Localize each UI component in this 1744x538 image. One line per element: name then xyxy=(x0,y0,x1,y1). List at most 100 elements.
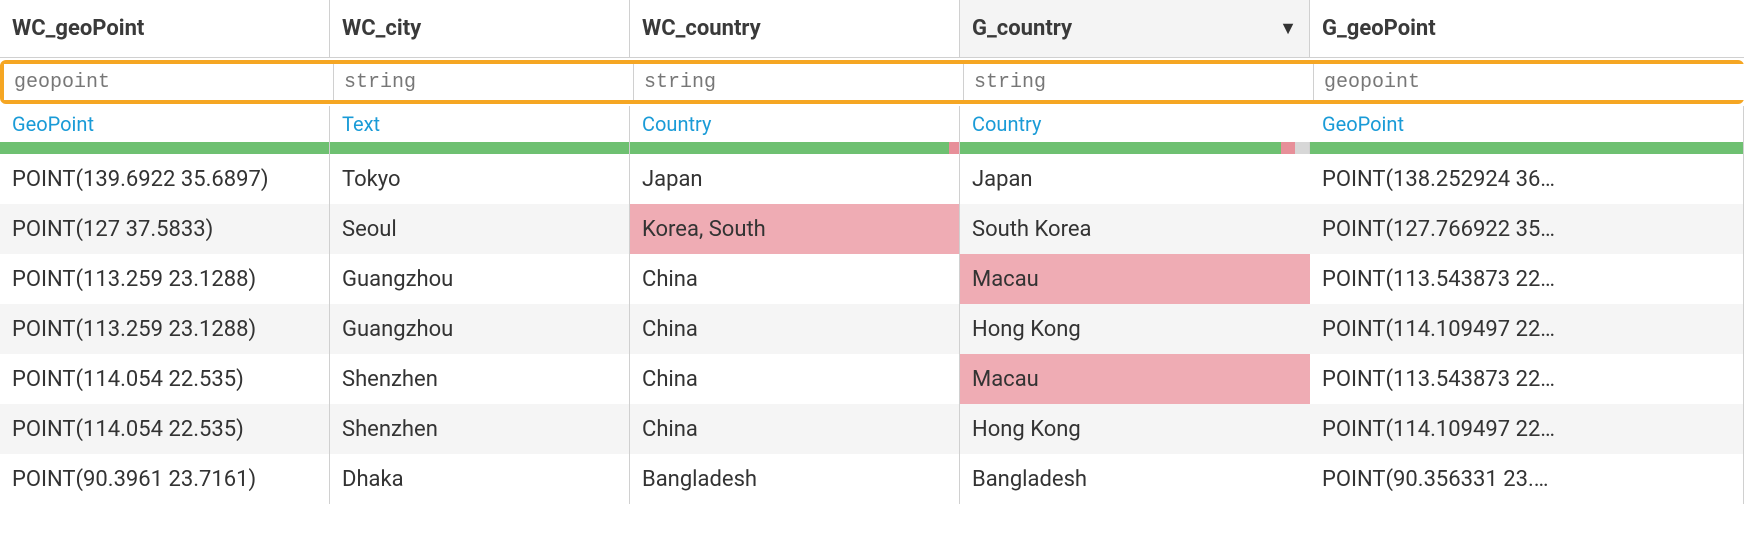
table-cell-value: POINT(90.3961 23.7161) xyxy=(12,467,317,492)
table-cell-value: Japan xyxy=(642,167,947,192)
column-header[interactable]: G_geoPoint xyxy=(1310,0,1744,58)
table-cell[interactable]: China xyxy=(630,354,960,404)
storage-type-cell[interactable]: geopoint xyxy=(1314,64,1744,100)
table-cell-value: China xyxy=(642,267,947,292)
storage-type-cell[interactable]: string xyxy=(334,64,634,100)
table-cell-value: POINT(114.054 22.535) xyxy=(12,367,317,392)
table-cell[interactable]: Tokyo xyxy=(330,154,630,204)
table-cell[interactable]: POINT(127.766922 35… xyxy=(1310,204,1744,254)
table-cell[interactable]: Macau xyxy=(960,354,1310,404)
semantic-type-cell[interactable]: Country xyxy=(960,106,1310,142)
validity-bar-valid xyxy=(0,142,329,154)
table-cell-value: POINT(114.054 22.535) xyxy=(12,417,317,442)
table-cell[interactable]: China xyxy=(630,404,960,454)
table-cell[interactable]: POINT(90.3961 23.7161) xyxy=(0,454,330,504)
storage-type-cell[interactable]: string xyxy=(634,64,964,100)
table-cell[interactable]: POINT(127 37.5833) xyxy=(0,204,330,254)
column-header-label: WC_geoPoint xyxy=(12,16,317,41)
table-cell-value: China xyxy=(642,417,947,442)
column-header[interactable]: WC_geoPoint xyxy=(0,0,330,58)
table-cell-value: Korea, South xyxy=(642,217,947,242)
table-cell-value: Bangladesh xyxy=(972,467,1298,492)
table-cell[interactable]: Seoul xyxy=(330,204,630,254)
table-cell[interactable]: Japan xyxy=(630,154,960,204)
validity-bar-empty xyxy=(1295,142,1309,154)
validity-bar[interactable] xyxy=(330,142,630,154)
table-cell[interactable]: South Korea xyxy=(960,204,1310,254)
table-cell-value: South Korea xyxy=(972,217,1298,242)
table-cell-value: Tokyo xyxy=(342,167,617,192)
caret-down-icon: ▼ xyxy=(1279,18,1297,39)
validity-bar-valid xyxy=(960,142,1281,154)
table-cell-value: Hong Kong xyxy=(972,317,1298,342)
storage-type-row: geopointstringstringstringgeopoint xyxy=(0,60,1744,104)
table-cell-value: POINT(113.543873 22… xyxy=(1322,267,1731,292)
validity-bar[interactable] xyxy=(630,142,960,154)
table-cell-value: POINT(114.109497 22… xyxy=(1322,417,1731,442)
table-cell-value: POINT(138.252924 36… xyxy=(1322,167,1731,192)
table-cell[interactable]: POINT(90.356331 23.… xyxy=(1310,454,1744,504)
table-cell-value: POINT(127 37.5833) xyxy=(12,217,317,242)
table-cell[interactable]: Hong Kong xyxy=(960,404,1310,454)
table-cell[interactable]: Bangladesh xyxy=(630,454,960,504)
semantic-type-cell[interactable]: GeoPoint xyxy=(1310,106,1744,142)
table-cell-value: POINT(113.259 23.1288) xyxy=(12,317,317,342)
table-cell[interactable]: Macau xyxy=(960,254,1310,304)
table-cell-value: Shenzhen xyxy=(342,367,617,392)
table-cell-value: Hong Kong xyxy=(972,417,1298,442)
column-header[interactable]: WC_country xyxy=(630,0,960,58)
semantic-type-cell[interactable]: GeoPoint xyxy=(0,106,330,142)
table-cell[interactable]: Japan xyxy=(960,154,1310,204)
validity-bar[interactable] xyxy=(1310,142,1744,154)
table-cell-value: POINT(127.766922 35… xyxy=(1322,217,1731,242)
table-cell[interactable]: Guangzhou xyxy=(330,254,630,304)
table-cell-value: Dhaka xyxy=(342,467,617,492)
table-cell-value: Guangzhou xyxy=(342,317,617,342)
column-header[interactable]: G_country ▼ xyxy=(960,0,1310,58)
table-cell[interactable]: POINT(114.054 22.535) xyxy=(0,404,330,454)
validity-bar-valid xyxy=(630,142,949,154)
table-cell[interactable]: POINT(138.252924 36… xyxy=(1310,154,1744,204)
semantic-type-cell[interactable]: Country xyxy=(630,106,960,142)
table-cell[interactable]: China xyxy=(630,304,960,354)
table-cell-value: Macau xyxy=(972,267,1298,292)
validity-bar-invalid xyxy=(949,142,959,154)
table-cell-value: POINT(90.356331 23.… xyxy=(1322,467,1731,492)
table-cell[interactable]: Dhaka xyxy=(330,454,630,504)
column-header-label: G_country xyxy=(972,16,1271,41)
table-cell[interactable]: POINT(113.259 23.1288) xyxy=(0,254,330,304)
table-cell[interactable]: POINT(113.259 23.1288) xyxy=(0,304,330,354)
table-cell-value: China xyxy=(642,367,947,392)
semantic-type-cell[interactable]: Text xyxy=(330,106,630,142)
table-cell[interactable]: Shenzhen xyxy=(330,404,630,454)
validity-bar-invalid xyxy=(1281,142,1295,154)
table-cell[interactable]: Shenzhen xyxy=(330,354,630,404)
table-cell[interactable]: POINT(114.109497 22… xyxy=(1310,304,1744,354)
table-cell-value: POINT(114.109497 22… xyxy=(1322,317,1731,342)
table-cell[interactable]: POINT(113.543873 22… xyxy=(1310,254,1744,304)
validity-bar[interactable] xyxy=(0,142,330,154)
table-cell[interactable]: POINT(113.543873 22… xyxy=(1310,354,1744,404)
validity-bar[interactable] xyxy=(960,142,1310,154)
table-cell[interactable]: China xyxy=(630,254,960,304)
table-cell[interactable]: Hong Kong xyxy=(960,304,1310,354)
table-cell[interactable]: Korea, South xyxy=(630,204,960,254)
table-cell-value: POINT(139.6922 35.6897) xyxy=(12,167,317,192)
column-header[interactable]: WC_city xyxy=(330,0,630,58)
storage-type-cell[interactable]: string xyxy=(964,64,1314,100)
table-cell[interactable]: POINT(139.6922 35.6897) xyxy=(0,154,330,204)
table-cell-value: Shenzhen xyxy=(342,417,617,442)
table-cell[interactable]: Guangzhou xyxy=(330,304,630,354)
column-header-label: WC_country xyxy=(642,16,947,41)
table-cell-value: Macau xyxy=(972,367,1298,392)
table-cell-value: POINT(113.543873 22… xyxy=(1322,367,1731,392)
storage-type-cell[interactable]: geopoint xyxy=(4,64,334,100)
table-cell[interactable]: POINT(114.054 22.535) xyxy=(0,354,330,404)
table-cell[interactable]: Bangladesh xyxy=(960,454,1310,504)
column-header-label: G_geoPoint xyxy=(1322,16,1732,41)
table-cell[interactable]: POINT(114.109497 22… xyxy=(1310,404,1744,454)
validity-bar-valid xyxy=(1310,142,1743,154)
table-cell-value: POINT(113.259 23.1288) xyxy=(12,267,317,292)
validity-bar-valid xyxy=(330,142,629,154)
table-cell-value: China xyxy=(642,317,947,342)
